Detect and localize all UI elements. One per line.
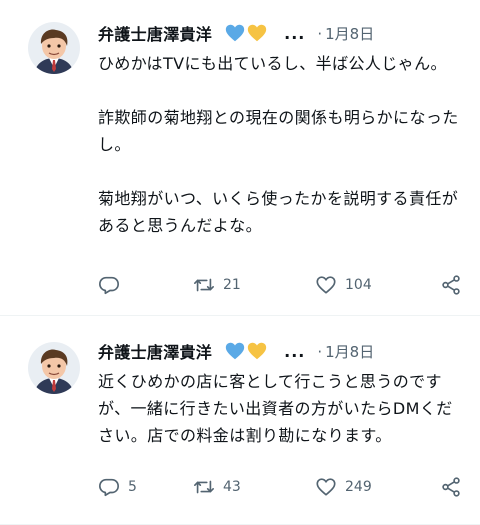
more-options-button[interactable]: ... (284, 342, 305, 361)
avatar-image (28, 342, 80, 394)
like-button[interactable]: 249 (315, 476, 437, 498)
tweet-date[interactable]: · 1月8日 (317, 23, 374, 44)
retweet-count: 43 (223, 479, 241, 495)
retweet-button[interactable]: 43 (193, 476, 315, 498)
blue-heart-icon (224, 22, 246, 44)
date-label: 1月8日 (325, 342, 375, 361)
avatar[interactable] (28, 22, 80, 74)
date-label: 1月8日 (325, 24, 375, 43)
yellow-heart-icon (246, 22, 268, 44)
tweet-header: 弁護士唐澤貴洋 ... · 1月8日 (98, 20, 466, 46)
retweet-button[interactable]: 21 (193, 274, 315, 296)
reply-button[interactable] (98, 274, 193, 296)
yellow-heart-icon (246, 340, 268, 362)
share-icon (440, 274, 462, 296)
tweet[interactable]: 弁護士唐澤貴洋 ... · 1月8日 近くひめかの店に客として行こうと思うのですが… (0, 316, 480, 525)
reply-icon (98, 274, 120, 296)
share-button[interactable] (440, 476, 462, 498)
tweet-header: 弁護士唐澤貴洋 ... · 1月8日 (98, 338, 466, 364)
separator-dot: · (317, 342, 323, 361)
author-name[interactable]: 弁護士唐澤貴洋 (98, 339, 212, 363)
emoji-hearts (224, 22, 268, 44)
reply-count: 5 (128, 479, 137, 495)
reply-icon (98, 476, 120, 498)
tweet-actions: 21 104 (98, 274, 462, 296)
share-button[interactable] (440, 274, 462, 296)
tweet[interactable]: 弁護士唐澤貴洋 ... · 1月8日 ひめかはTVにも出ているし、半ば公人じゃん。… (0, 0, 480, 316)
like-count: 249 (345, 479, 372, 495)
blue-heart-icon (224, 340, 246, 362)
avatar[interactable] (28, 342, 80, 394)
retweet-count: 21 (223, 277, 241, 293)
share-icon (440, 476, 462, 498)
more-options-button[interactable]: ... (284, 24, 305, 43)
like-button[interactable]: 104 (315, 274, 437, 296)
heart-icon (315, 476, 337, 498)
tweet-content: 弁護士唐澤貴洋 ... · 1月8日 ひめかはTVにも出ているし、半ば公人じゃん。… (98, 20, 466, 239)
tweet-text: 近くひめかの店に客として行こうと思うのですが、一緒に行きたい出資者の方がいたらD… (98, 372, 453, 445)
reply-button[interactable]: 5 (98, 476, 193, 498)
like-count: 104 (345, 277, 372, 293)
author-name[interactable]: 弁護士唐澤貴洋 (98, 21, 212, 45)
retweet-icon (193, 476, 215, 498)
avatar-image (28, 22, 80, 74)
tweet-content: 弁護士唐澤貴洋 ... · 1月8日 近くひめかの店に客として行こうと思うのですが… (98, 338, 466, 449)
heart-icon (315, 274, 337, 296)
tweet-date[interactable]: · 1月8日 (317, 341, 374, 362)
separator-dot: · (317, 24, 323, 43)
emoji-hearts (224, 340, 268, 362)
tweet-text: ひめかはTVにも出ているし、半ば公人じゃん。 詐欺師の菊地翔との現在の関係も明ら… (98, 54, 459, 235)
retweet-icon (193, 274, 215, 296)
tweet-actions: 5 43 249 (98, 476, 462, 498)
